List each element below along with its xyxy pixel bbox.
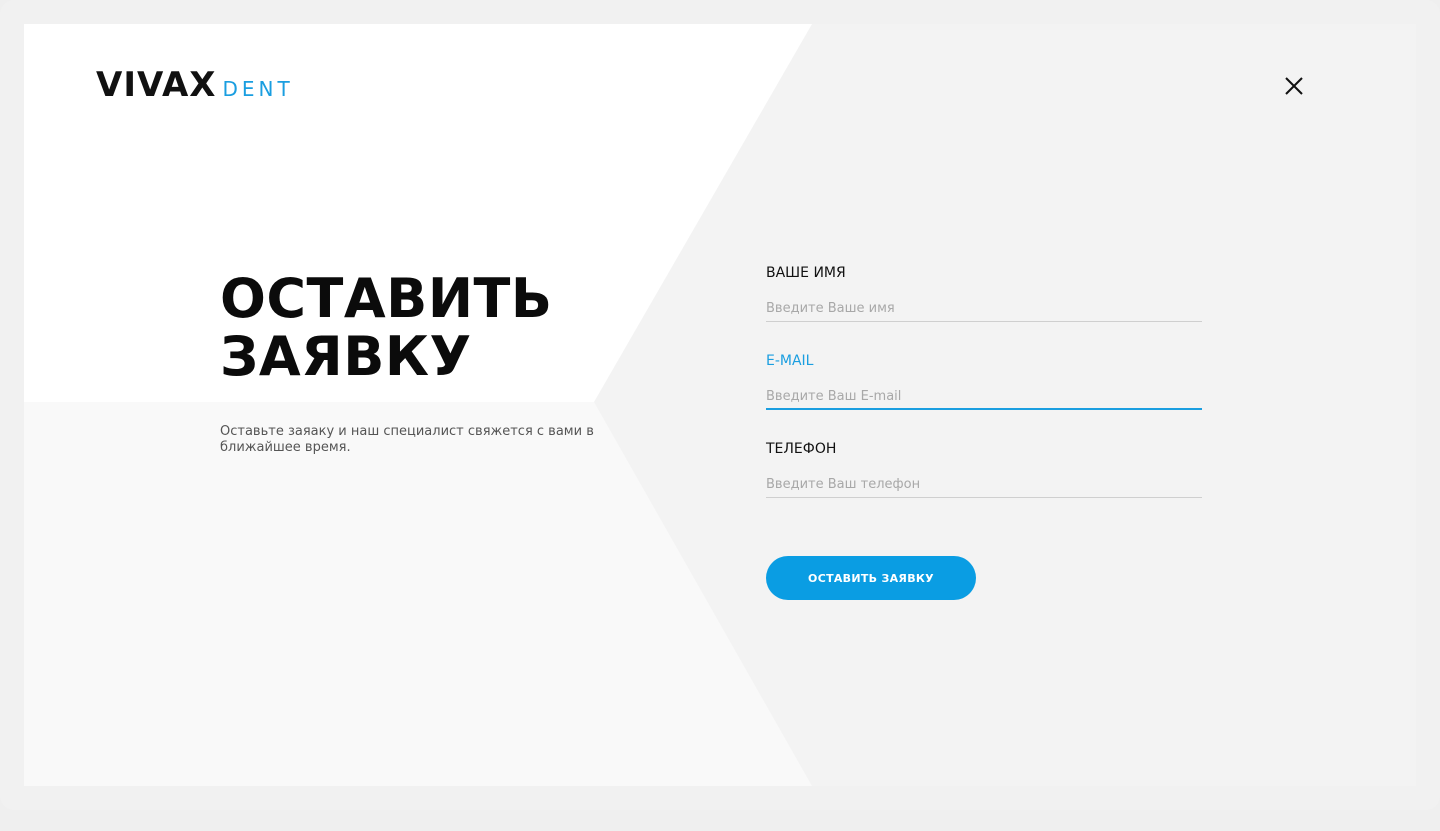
logo-main-text: VIVAX: [96, 65, 217, 105]
email-field[interactable]: [766, 384, 1202, 410]
page-title-line1: ОСТАВИТЬ: [220, 267, 553, 330]
page-title-line2: ЗАЯВКУ: [220, 325, 472, 388]
phone-field[interactable]: [766, 472, 1202, 498]
name-field-label: ВАШЕ ИМЯ: [766, 265, 846, 281]
page-subtitle: Оставьте заяаку и наш специалист свяжетс…: [220, 424, 594, 455]
phone-field-label: ТЕЛЕФОН: [766, 441, 837, 457]
logo: VIVAX DENT: [96, 68, 294, 102]
request-form: ВАШЕ ИМЯ E-MAIL ТЕЛЕФОН: [766, 264, 1202, 528]
page-title: ОСТАВИТЬ ЗАЯВКУ: [220, 270, 640, 386]
email-field-group: E-MAIL: [766, 352, 1202, 440]
panel-background: [24, 24, 1416, 786]
email-field-label: E-MAIL: [766, 353, 814, 369]
name-field-group: ВАШЕ ИМЯ: [766, 264, 1202, 352]
modal-panel: VIVAX DENT ОСТАВИТЬ ЗАЯВКУ Оставьте заяа…: [24, 24, 1416, 786]
name-field[interactable]: [766, 296, 1202, 322]
logo-sub-text: DENT: [222, 77, 294, 101]
phone-field-group: ТЕЛЕФОН: [766, 440, 1202, 528]
close-icon: [1285, 77, 1303, 95]
submit-button[interactable]: ОСТАВИТЬ ЗАЯВКУ: [766, 556, 976, 600]
close-button[interactable]: [1280, 72, 1308, 100]
